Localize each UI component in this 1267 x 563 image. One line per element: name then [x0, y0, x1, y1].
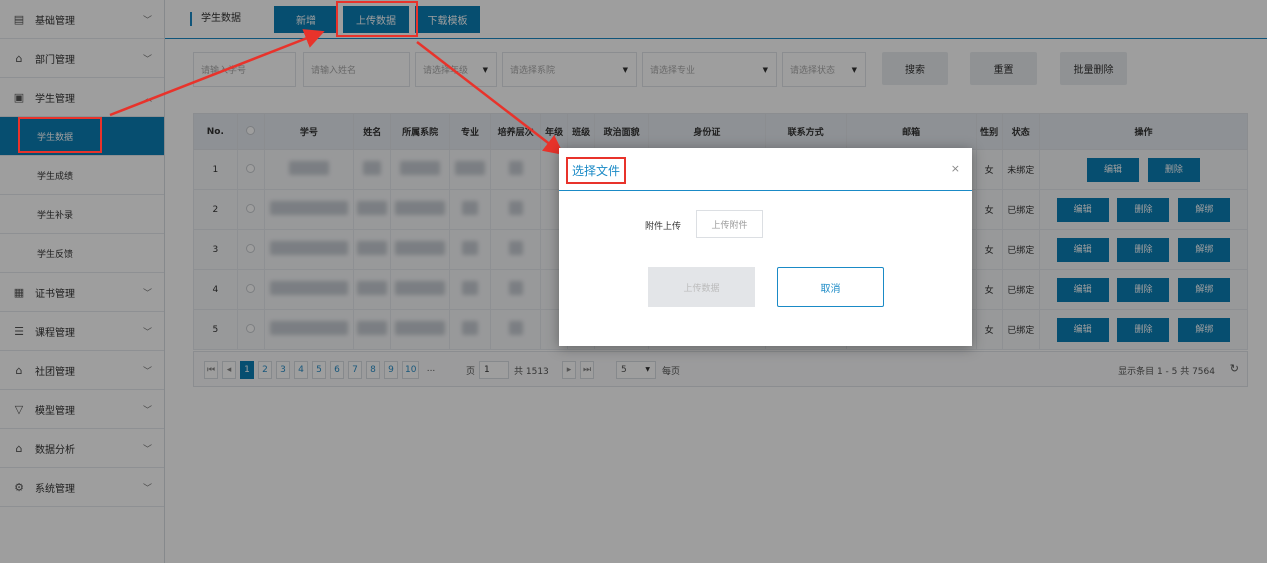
close-icon[interactable]: × — [951, 162, 960, 175]
select-file-dialog: 选择文件 × 附件上传 上传附件 上传数据 取消 — [559, 148, 972, 346]
arrow-to-upload — [109, 29, 325, 117]
dialog-cancel-button[interactable]: 取消 — [777, 267, 884, 307]
arrow-to-modal — [416, 41, 564, 156]
dialog-header: 选择文件 × — [559, 148, 972, 191]
upload-attachment-button[interactable]: 上传附件 — [696, 210, 763, 238]
dialog-title: 选择文件 — [566, 157, 627, 184]
dialog-upload-button[interactable]: 上传数据 — [648, 267, 755, 307]
attachment-label: 附件上传 — [645, 222, 682, 232]
